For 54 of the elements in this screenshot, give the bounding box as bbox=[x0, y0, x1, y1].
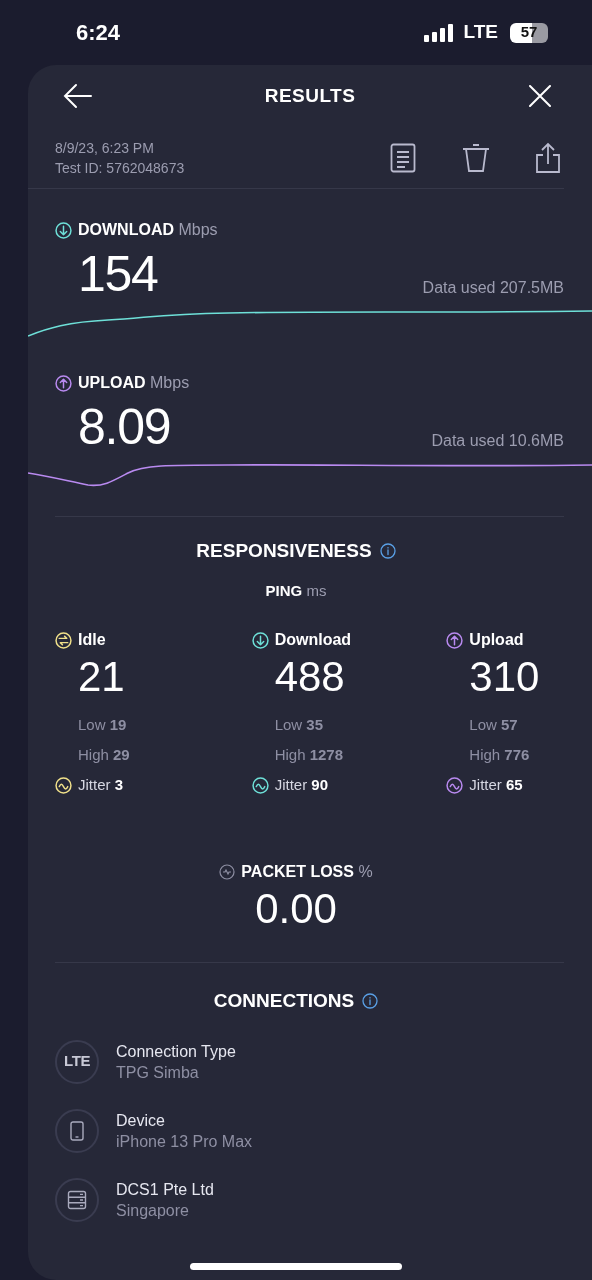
server-icon bbox=[67, 1189, 87, 1210]
page-title: RESULTS bbox=[264, 83, 356, 108]
test-date: 8/9/23, 6:23 PM bbox=[55, 138, 155, 158]
connection-subtitle: Singapore bbox=[116, 1200, 190, 1221]
test-id: Test ID: 5762048673 bbox=[55, 158, 185, 178]
ping-value: 488 bbox=[273, 652, 346, 702]
speed-value: 8.09 bbox=[78, 401, 171, 453]
ping-high: High 29 bbox=[77, 745, 131, 765]
ping-column-label: Download bbox=[274, 630, 352, 650]
data-used: Data used 207.5MB bbox=[422, 278, 564, 298]
section-title: CONNECTIONS bbox=[213, 989, 355, 1013]
back-arrow-icon bbox=[63, 83, 93, 109]
ping-column-label: Idle bbox=[78, 630, 106, 650]
connection-subtitle: iPhone 13 Pro Max bbox=[116, 1131, 253, 1152]
ping-low: Low 57 bbox=[468, 715, 519, 735]
speed-label: DOWNLOAD Mbps bbox=[78, 220, 218, 240]
trash-icon bbox=[462, 142, 490, 173]
ping-low: Low 19 bbox=[77, 715, 128, 735]
ping-value: 310 bbox=[468, 652, 541, 702]
network-type-label: LTE bbox=[63, 1051, 91, 1072]
network-label: LTE bbox=[463, 20, 498, 45]
phone-icon bbox=[70, 1120, 84, 1141]
document-icon bbox=[390, 142, 416, 173]
ping-value: 21 bbox=[77, 652, 126, 702]
battery-indicator: 57 bbox=[510, 22, 548, 43]
ping-label: PING ms bbox=[265, 580, 327, 601]
report-button[interactable] bbox=[390, 142, 416, 173]
packet-loss-label: PACKET LOSS % bbox=[241, 862, 373, 882]
ping-column-label: Upload bbox=[469, 630, 524, 650]
section-title: RESPONSIVENESS bbox=[196, 539, 372, 563]
jitter-value: Jitter 90 bbox=[274, 774, 329, 795]
connection-title: Device bbox=[116, 1110, 166, 1131]
speed-value: 154 bbox=[78, 248, 158, 300]
connection-title: DCS1 Pte Ltd bbox=[116, 1179, 214, 1200]
share-button[interactable] bbox=[536, 141, 560, 174]
info-icon[interactable] bbox=[362, 993, 379, 1010]
speed-label: UPLOAD Mbps bbox=[78, 373, 190, 393]
ping-high: High 776 bbox=[468, 745, 531, 765]
info-icon[interactable] bbox=[379, 543, 396, 560]
packet-loss-icon bbox=[219, 864, 236, 880]
status-time: 6:24 bbox=[76, 19, 121, 47]
connection-title: Connection Type bbox=[116, 1041, 236, 1062]
packet-loss-value: 0.00 bbox=[255, 884, 337, 934]
share-icon bbox=[536, 141, 560, 174]
signal-icon bbox=[423, 23, 456, 42]
close-button[interactable] bbox=[526, 82, 554, 110]
jitter-value: Jitter 65 bbox=[469, 774, 523, 795]
jitter-value: Jitter 3 bbox=[78, 774, 124, 795]
ping-high: High 1278 bbox=[273, 745, 345, 765]
delete-button[interactable] bbox=[462, 142, 490, 173]
connection-subtitle: TPG Simba bbox=[116, 1062, 200, 1083]
close-icon bbox=[529, 85, 551, 107]
ping-low: Low 35 bbox=[273, 715, 325, 735]
data-used: Data used 10.6MB bbox=[431, 431, 564, 451]
